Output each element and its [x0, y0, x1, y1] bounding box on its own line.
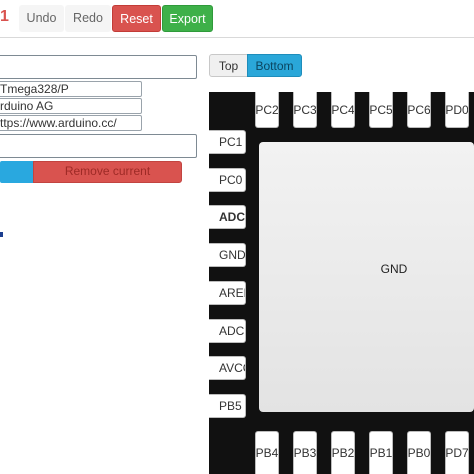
pin-left-7[interactable]: AVCC — [209, 356, 246, 380]
view-top-button[interactable]: Top — [209, 54, 248, 77]
pin-top-6[interactable]: PD0 — [445, 92, 469, 128]
selection-marker — [0, 232, 3, 237]
part-number-input[interactable]: Tmega328/P — [0, 81, 142, 97]
pin-bottom-4[interactable]: PB1 — [369, 431, 393, 474]
pin-input[interactable] — [0, 134, 197, 158]
pin-left-8[interactable]: PB5 — [209, 394, 246, 418]
pin-left-6[interactable]: ADC6 — [209, 319, 246, 343]
add-pin-button[interactable] — [0, 161, 33, 183]
pin-bottom-6[interactable]: PD7 — [445, 431, 469, 474]
pin-top-1[interactable]: PC2 — [255, 92, 279, 128]
pin-left-1[interactable]: PC1 — [209, 130, 246, 154]
pin-bottom-2[interactable]: PB3 — [293, 431, 317, 474]
pin-top-2[interactable]: PC3 — [293, 92, 317, 128]
app-brand: 1 — [0, 8, 9, 25]
pin-bottom-3[interactable]: PB2 — [331, 431, 355, 474]
export-button[interactable]: Export — [162, 5, 213, 32]
undo-button[interactable]: Undo — [19, 5, 64, 32]
redo-button[interactable]: Redo — [65, 5, 111, 32]
pin-bottom-5[interactable]: PB0 — [407, 431, 431, 474]
pin-top-4[interactable]: PC5 — [369, 92, 393, 128]
pin-bottom-1[interactable]: PB4 — [255, 431, 279, 474]
url-input[interactable]: ttps://www.arduino.cc/ — [0, 115, 142, 131]
pin-left-5[interactable]: AREF — [209, 281, 246, 305]
pin-left-4[interactable]: GND — [209, 243, 246, 267]
pin-left-3[interactable]: ADC7 — [209, 205, 246, 229]
name-input[interactable] — [0, 55, 197, 79]
reset-button[interactable]: Reset — [112, 5, 161, 32]
pin-top-5[interactable]: PC6 — [407, 92, 431, 128]
manufacturer-input[interactable]: rduino AG — [0, 98, 142, 114]
die-label: GND — [380, 262, 408, 276]
remove-current-button[interactable]: Remove current — [33, 161, 182, 183]
view-bottom-button[interactable]: Bottom — [247, 54, 302, 77]
chip-die — [259, 142, 474, 412]
pin-top-3[interactable]: PC4 — [331, 92, 355, 128]
pin-left-2[interactable]: PC0 — [209, 168, 246, 192]
